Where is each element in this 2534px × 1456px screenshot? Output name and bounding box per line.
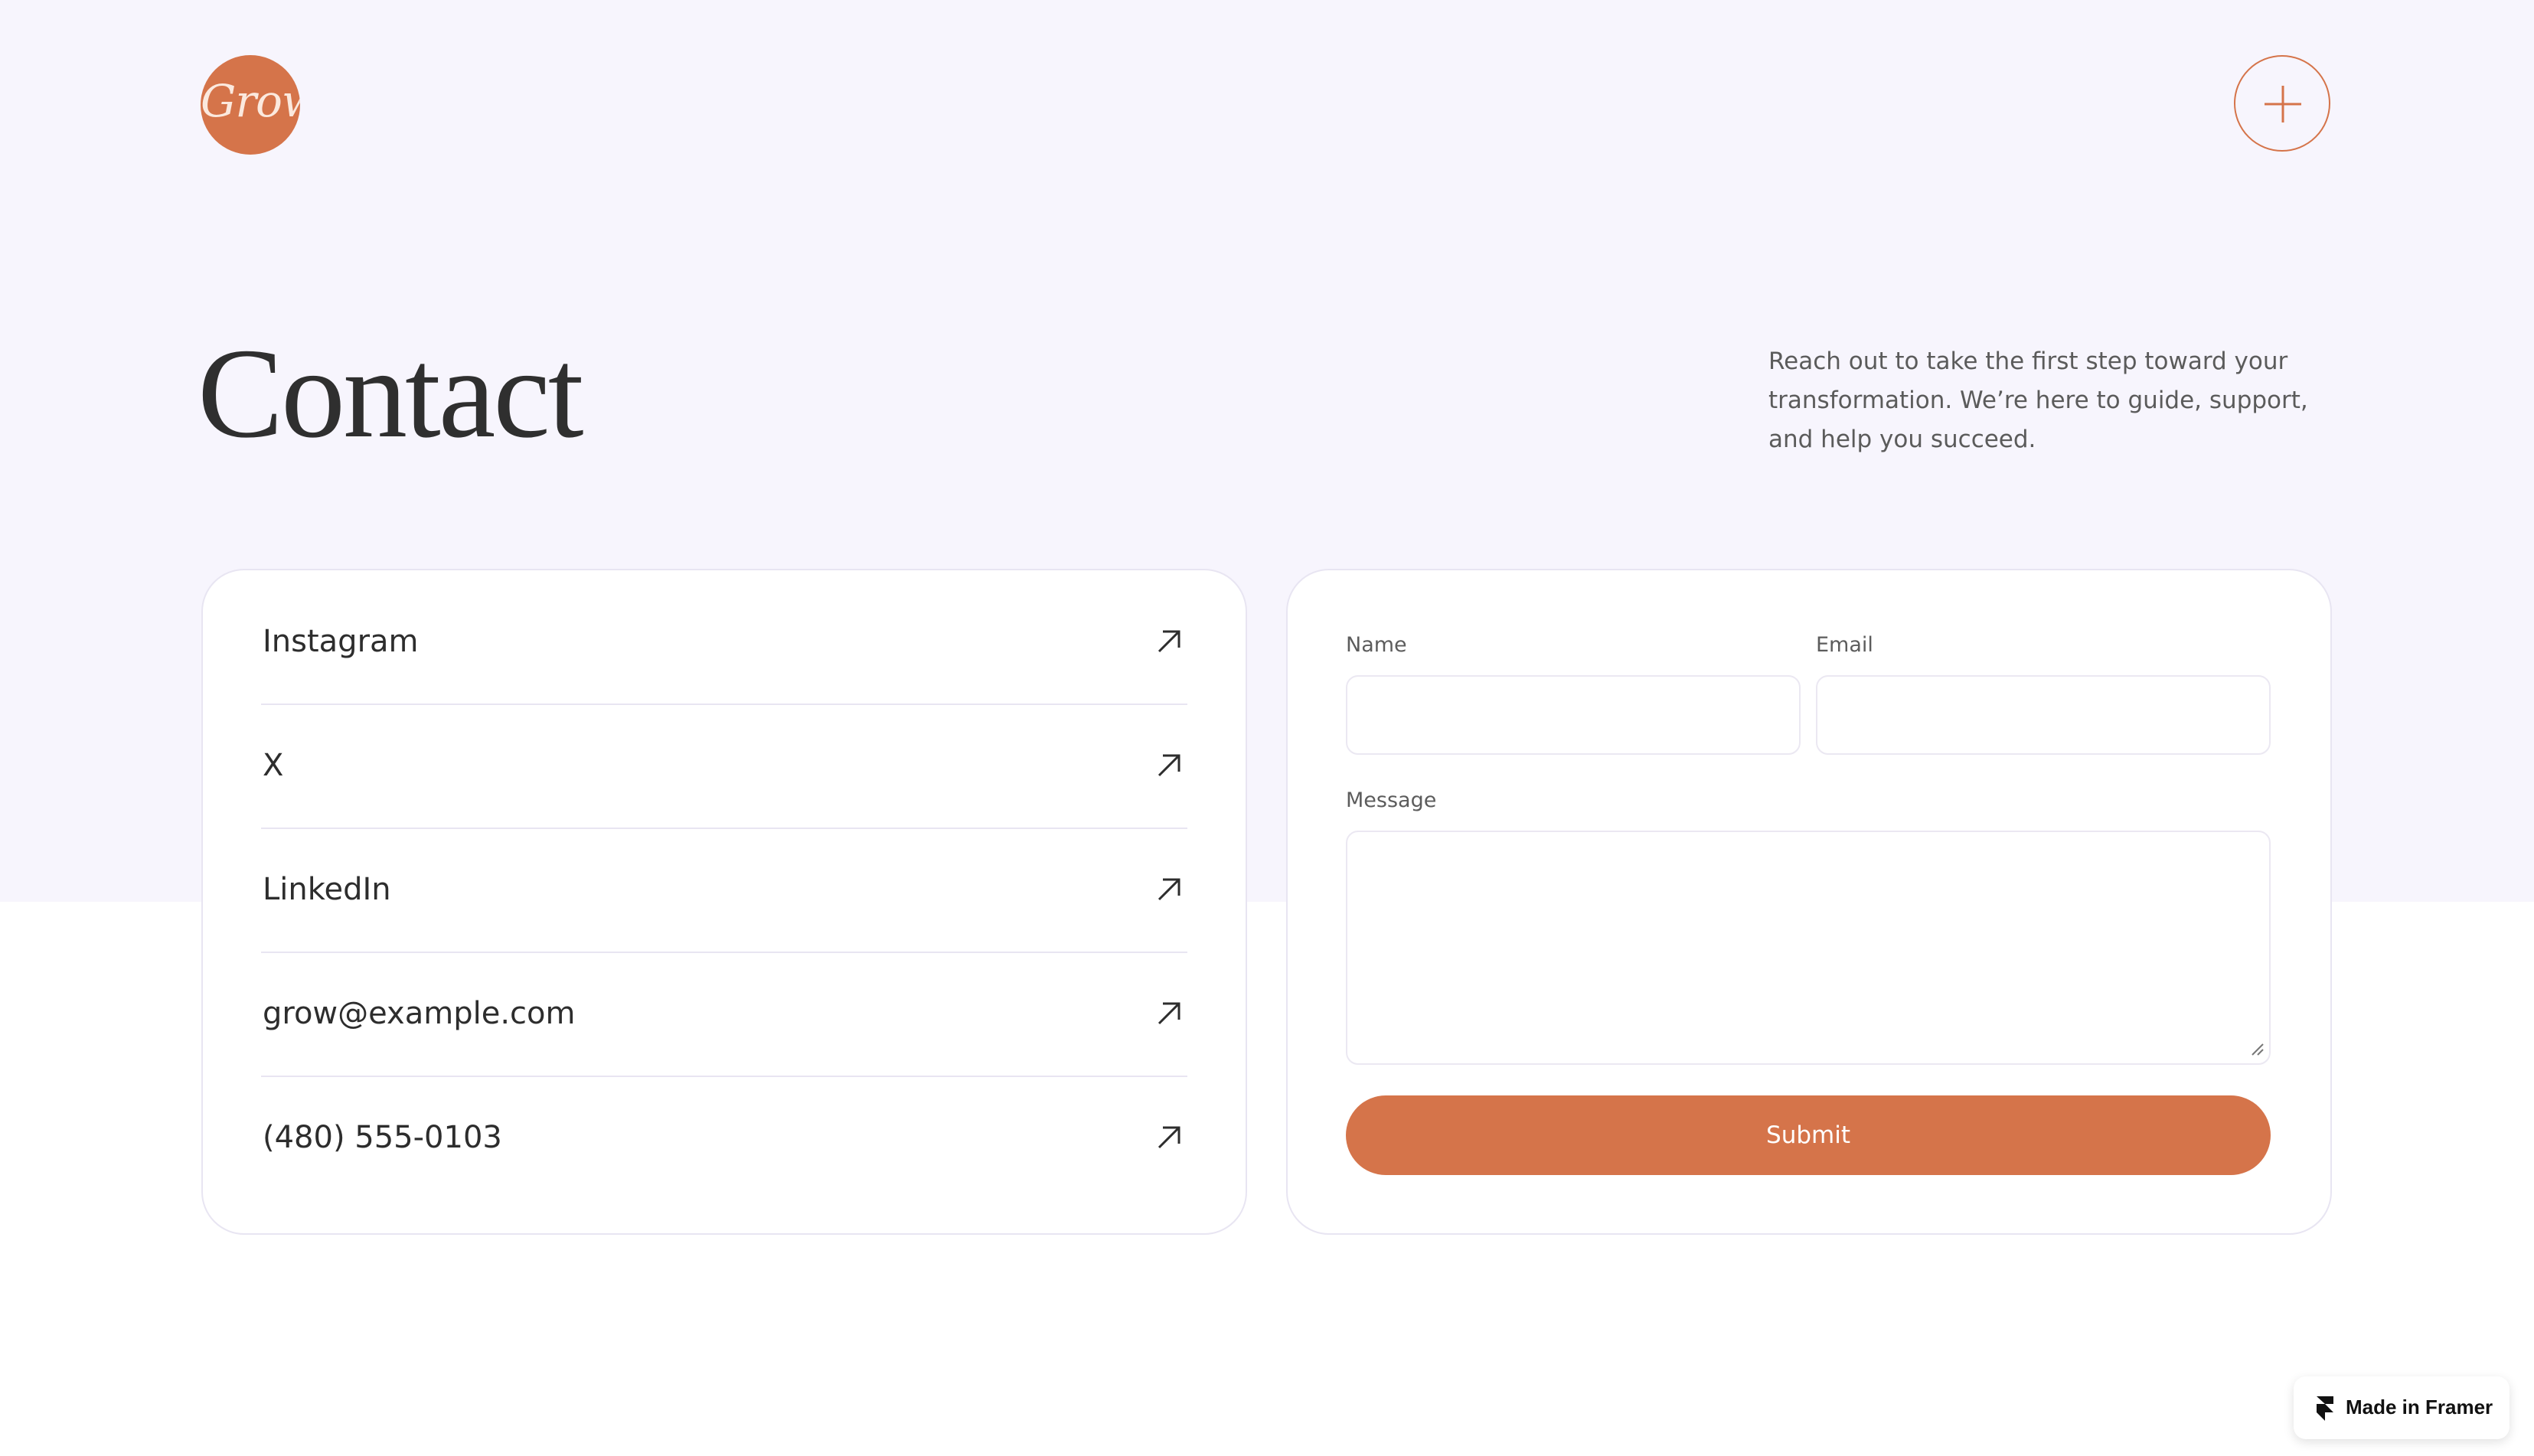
arrow-up-right-icon xyxy=(1158,630,1180,653)
contact-form-card: Name Email Message Submit xyxy=(1286,569,2332,1235)
message-textarea[interactable] xyxy=(1346,831,2271,1065)
link-label: grow@example.com xyxy=(263,996,576,1031)
link-email[interactable]: grow@example.com xyxy=(261,952,1187,1077)
link-label: LinkedIn xyxy=(263,872,391,907)
link-phone[interactable]: (480) 555-0103 xyxy=(261,1076,1187,1200)
badge-label: Made in Framer xyxy=(2346,1396,2493,1418)
plus-icon xyxy=(2265,86,2301,122)
link-instagram[interactable]: Instagram xyxy=(261,579,1187,705)
logo-text: Grow xyxy=(201,75,300,127)
made-in-framer-badge[interactable]: Made in Framer xyxy=(2294,1376,2510,1439)
link-label: X xyxy=(263,748,284,783)
message-label: Message xyxy=(1346,788,1437,812)
link-label: (480) 555-0103 xyxy=(263,1120,502,1155)
contact-links-card: Instagram X LinkedIn grow@example.com (4… xyxy=(201,569,1247,1235)
intro-text: Reach out to take the first step toward … xyxy=(1768,348,2308,453)
framer-logo-icon xyxy=(2317,1396,2333,1421)
link-x[interactable]: X xyxy=(261,704,1187,829)
link-label: Instagram xyxy=(263,624,419,659)
arrow-up-right-icon xyxy=(1158,1002,1180,1025)
arrow-up-right-icon xyxy=(1158,754,1180,777)
email-label: Email xyxy=(1816,633,1873,657)
name-input[interactable] xyxy=(1346,675,1801,755)
resize-handle-icon[interactable] xyxy=(2251,1043,2265,1056)
link-linkedin[interactable]: LinkedIn xyxy=(261,828,1187,953)
page-title: Contact xyxy=(198,322,584,465)
name-label: Name xyxy=(1346,633,1407,657)
arrow-up-right-icon xyxy=(1158,1126,1180,1149)
logo[interactable]: Grow xyxy=(201,55,300,155)
email-input[interactable] xyxy=(1816,675,2271,755)
menu-button[interactable] xyxy=(2234,55,2330,152)
submit-button[interactable]: Submit xyxy=(1346,1095,2271,1175)
arrow-up-right-icon xyxy=(1158,878,1180,901)
